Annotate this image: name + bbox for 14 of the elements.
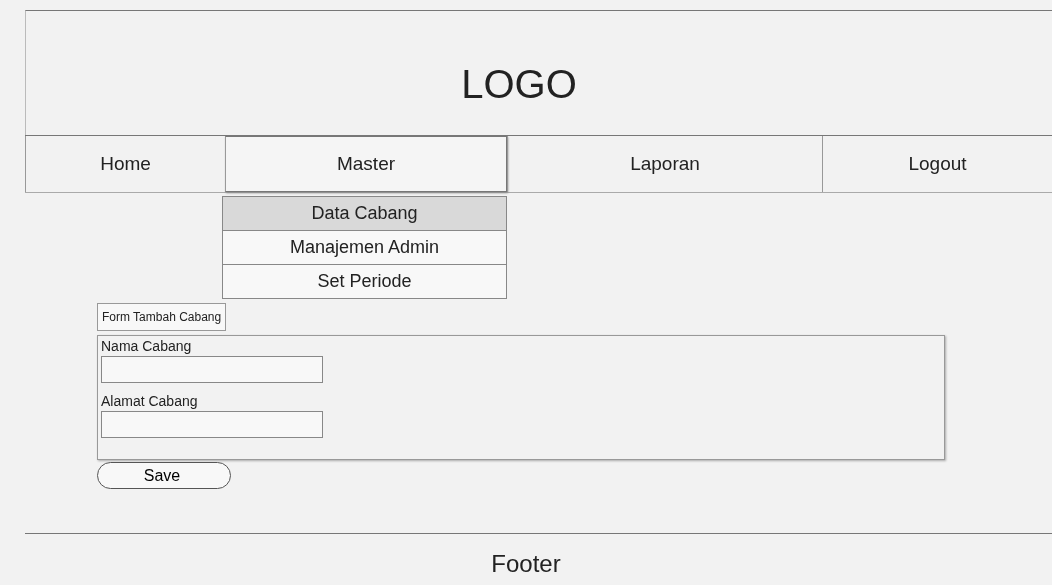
nav-item[interactable]: Logout [822,136,1052,192]
menu-item[interactable]: Data Cabang [222,196,507,231]
form-title: Form Tambah Cabang [97,303,227,331]
input-field[interactable] [101,356,323,383]
nav-item[interactable]: Master [225,136,507,192]
save-button[interactable]: Save [97,462,231,489]
field-label: Nama Cabang [101,338,193,354]
menu-item[interactable]: Manajemen Admin [222,230,507,265]
nav-item[interactable]: Laporan [507,136,822,192]
logo-text: LOGO [461,62,577,107]
field-label: Alamat Cabang [101,393,199,409]
footer-text: Footer [491,549,561,578]
input-field[interactable] [101,411,323,438]
menu-item[interactable]: Set Periode [222,264,507,299]
